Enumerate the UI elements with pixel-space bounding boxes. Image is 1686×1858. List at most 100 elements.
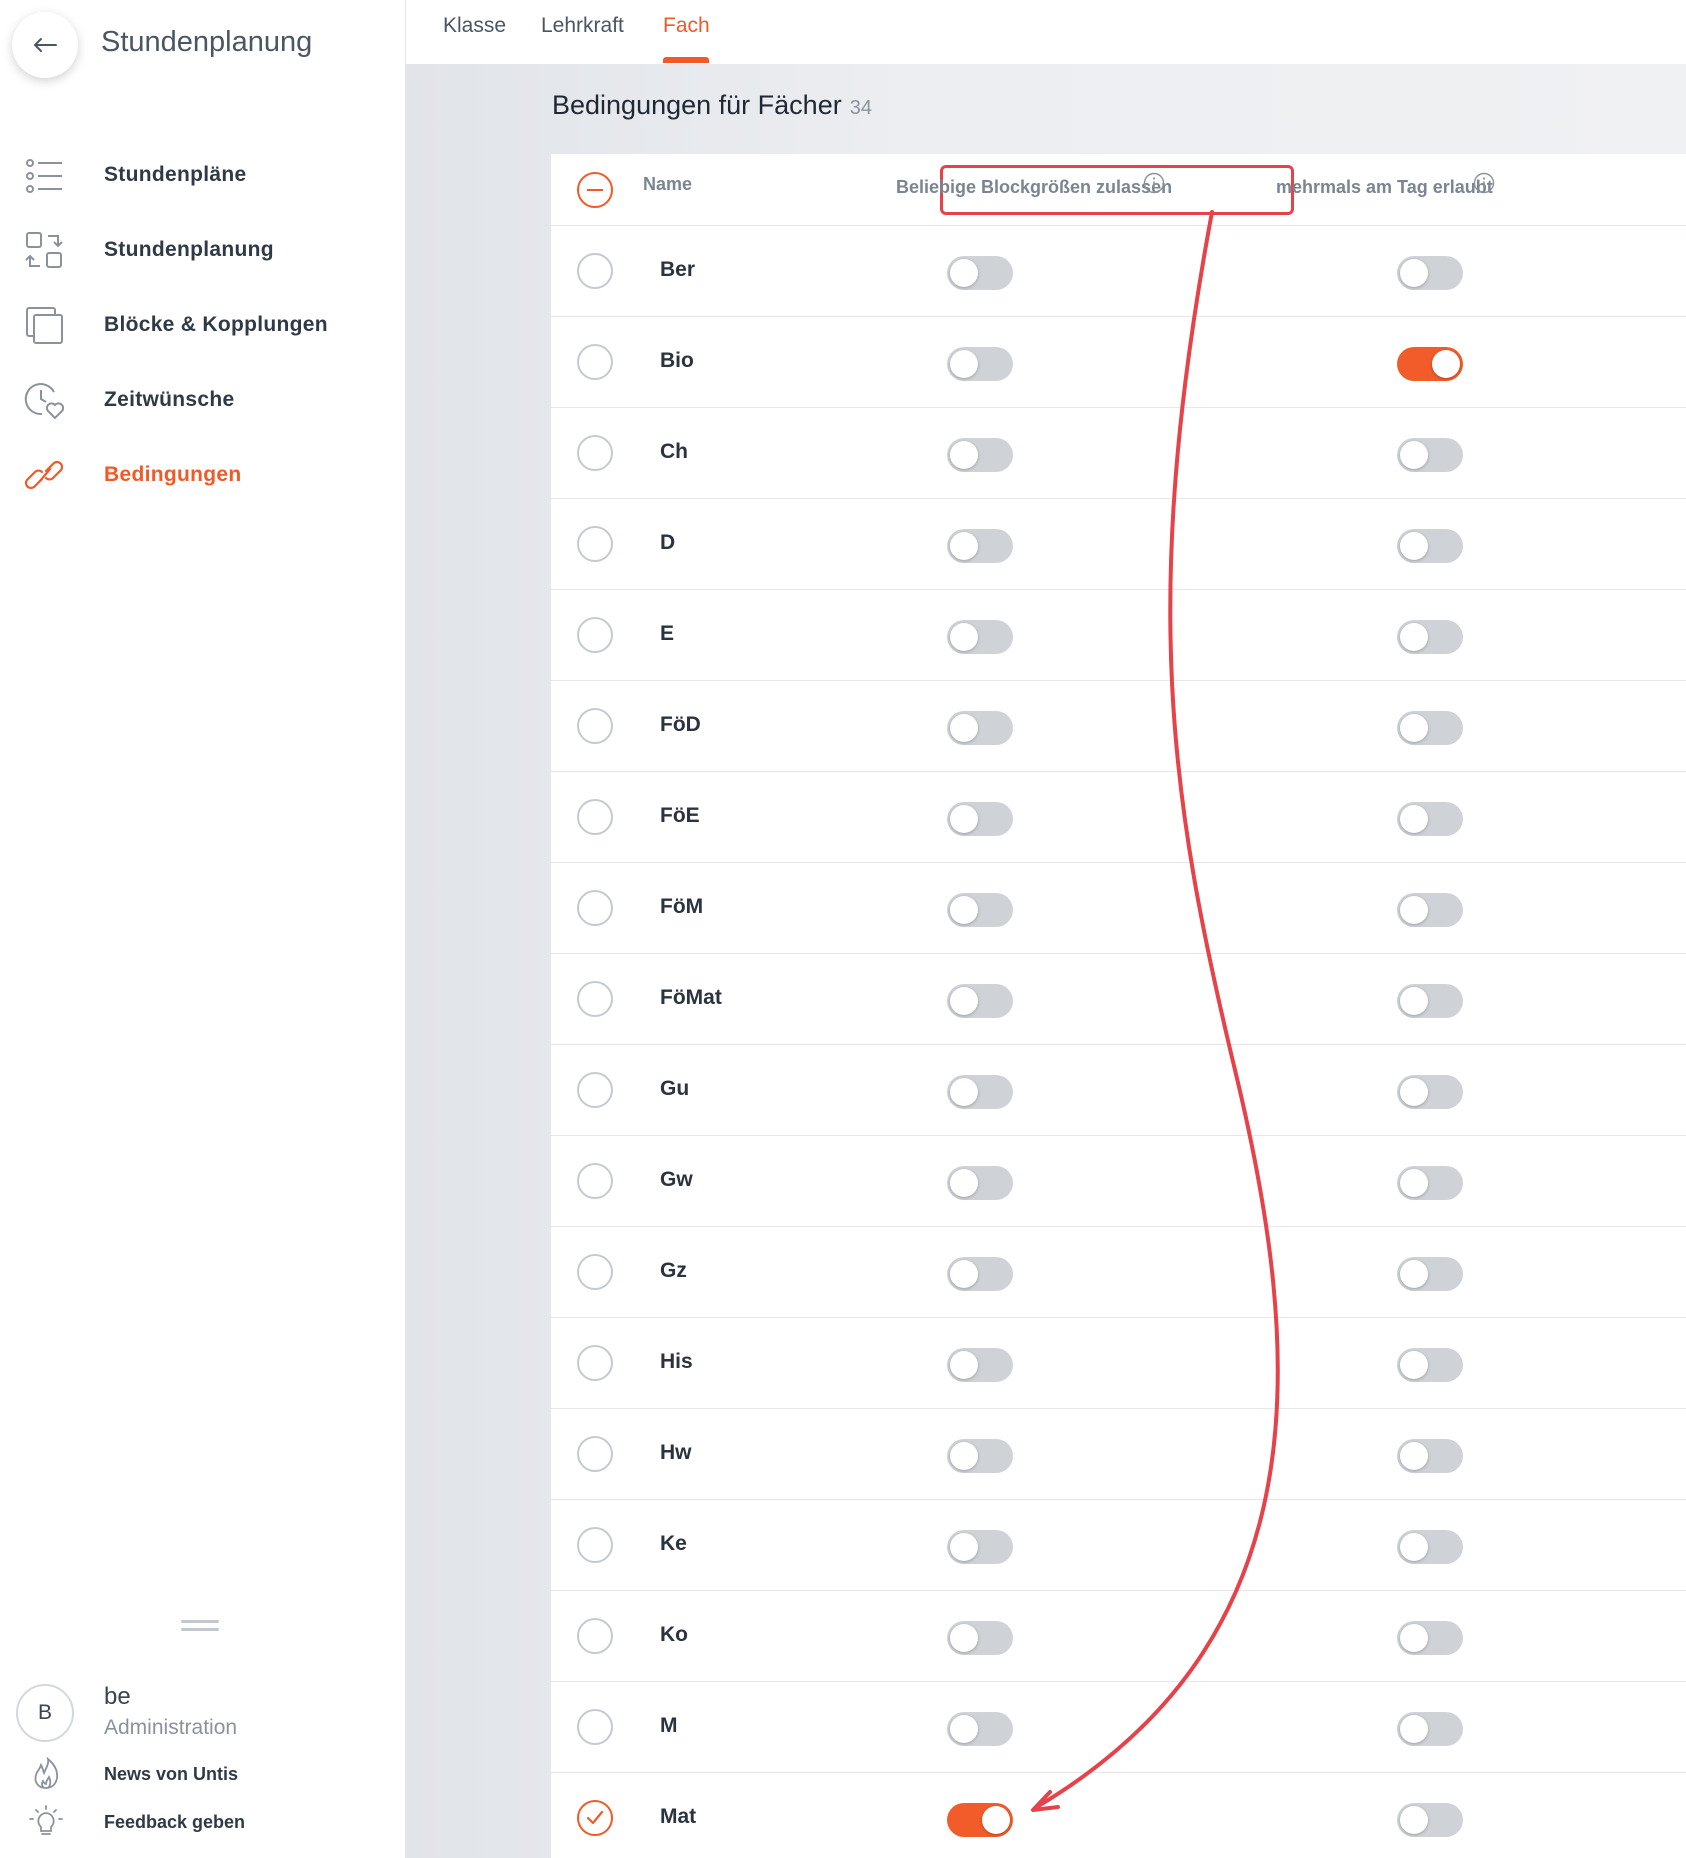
- toggle-knob: [1400, 1806, 1428, 1834]
- toggle-multiple-per-day[interactable]: [1397, 1803, 1463, 1837]
- table-row: FöMat: [551, 954, 1686, 1045]
- sidebar-item-stundenplaene[interactable]: Stundenpläne: [0, 137, 405, 212]
- toggle-knob: [950, 1533, 978, 1561]
- subject-name: Ber: [660, 258, 696, 281]
- toggle-multiple-per-day[interactable]: [1397, 802, 1463, 836]
- row-select-radio[interactable]: [577, 526, 613, 562]
- toggle-knob: [1400, 1715, 1428, 1743]
- toggle-blocksizes[interactable]: [947, 256, 1013, 290]
- toggle-blocksizes[interactable]: [947, 1075, 1013, 1109]
- toggle-multiple-per-day[interactable]: [1397, 1348, 1463, 1382]
- toggle-multiple-per-day[interactable]: [1397, 1621, 1463, 1655]
- table-header: Name Beliebige Blockgrößen zulassen mehr…: [551, 154, 1686, 226]
- tab-fach[interactable]: Fach: [663, 14, 710, 38]
- clock-heart-icon: [24, 383, 65, 420]
- subject-name: Ke: [660, 1532, 687, 1555]
- toggle-blocksizes[interactable]: [947, 438, 1013, 472]
- toggle-blocksizes[interactable]: [947, 1712, 1013, 1746]
- toggle-knob: [950, 987, 978, 1015]
- toggle-blocksizes[interactable]: [947, 711, 1013, 745]
- table-row: Gw: [551, 1136, 1686, 1227]
- toggle-blocksizes[interactable]: [947, 1166, 1013, 1200]
- toggle-knob: [1400, 1351, 1428, 1379]
- feedback-link[interactable]: Feedback geben: [0, 1802, 405, 1842]
- deselect-all-button[interactable]: [577, 172, 613, 208]
- toggle-blocksizes[interactable]: [947, 347, 1013, 381]
- row-select-radio[interactable]: [577, 435, 613, 471]
- news-link[interactable]: News von Untis: [0, 1754, 405, 1794]
- flame-icon: [34, 1757, 59, 1789]
- toggle-multiple-per-day[interactable]: [1397, 347, 1463, 381]
- sidebar-item-bedingungen[interactable]: Bedingungen: [0, 437, 405, 512]
- subject-name: Gw: [660, 1168, 693, 1191]
- row-select-radio[interactable]: [577, 1527, 613, 1563]
- column-header-blocksizes: Beliebige Blockgrößen zulassen: [896, 177, 1173, 197]
- row-select-radio[interactable]: [577, 1345, 613, 1381]
- subject-name: Mat: [660, 1805, 697, 1828]
- active-tab-indicator: [663, 57, 709, 63]
- toggle-multiple-per-day[interactable]: [1397, 529, 1463, 563]
- row-select-radio[interactable]: [577, 981, 613, 1017]
- sidebar: Stundenplanung Stundenpläne Stundenplanu…: [0, 0, 406, 1858]
- avatar[interactable]: B: [16, 1684, 74, 1742]
- back-button[interactable]: [12, 12, 78, 78]
- toggle-blocksizes[interactable]: [947, 1803, 1013, 1837]
- toggle-multiple-per-day[interactable]: [1397, 1712, 1463, 1746]
- toggle-multiple-per-day[interactable]: [1397, 1530, 1463, 1564]
- toggle-blocksizes[interactable]: [947, 1348, 1013, 1382]
- toggle-knob: [1400, 532, 1428, 560]
- info-icon[interactable]: [1473, 172, 1495, 194]
- row-select-radio[interactable]: [577, 1618, 613, 1654]
- toggle-blocksizes[interactable]: [947, 1621, 1013, 1655]
- toggle-knob: [950, 1351, 978, 1379]
- toggle-blocksizes[interactable]: [947, 529, 1013, 563]
- app-title: Stundenplanung: [101, 26, 313, 58]
- row-select-radio[interactable]: [577, 253, 613, 289]
- sidebar-item-stundenplanung[interactable]: Stundenplanung: [0, 212, 405, 287]
- table-row: D: [551, 499, 1686, 590]
- toggle-blocksizes[interactable]: [947, 984, 1013, 1018]
- subject-name: E: [660, 622, 675, 645]
- toggle-multiple-per-day[interactable]: [1397, 1257, 1463, 1291]
- toggle-multiple-per-day[interactable]: [1397, 438, 1463, 472]
- subject-name: FöM: [660, 895, 704, 918]
- column-header-name[interactable]: Name: [643, 174, 692, 195]
- row-select-radio[interactable]: [577, 1163, 613, 1199]
- toggle-blocksizes[interactable]: [947, 620, 1013, 654]
- toggle-blocksizes[interactable]: [947, 802, 1013, 836]
- toggle-multiple-per-day[interactable]: [1397, 984, 1463, 1018]
- toggle-multiple-per-day[interactable]: [1397, 711, 1463, 745]
- tab-klasse[interactable]: Klasse: [443, 14, 506, 38]
- row-select-radio[interactable]: [577, 344, 613, 380]
- row-select-radio[interactable]: [577, 890, 613, 926]
- toggle-blocksizes[interactable]: [947, 1257, 1013, 1291]
- row-select-radio[interactable]: [577, 617, 613, 653]
- sidebar-item-bloecke[interactable]: Blöcke & Kopplungen: [0, 287, 405, 362]
- toggle-knob: [982, 1806, 1010, 1834]
- row-select-radio[interactable]: [577, 1072, 613, 1108]
- info-icon[interactable]: [1143, 172, 1165, 194]
- toggle-multiple-per-day[interactable]: [1397, 1439, 1463, 1473]
- subject-name: Bio: [660, 349, 694, 372]
- toggle-blocksizes[interactable]: [947, 893, 1013, 927]
- toggle-multiple-per-day[interactable]: [1397, 256, 1463, 290]
- toggle-knob: [1400, 896, 1428, 924]
- toggle-blocksizes[interactable]: [947, 1439, 1013, 1473]
- row-select-radio[interactable]: [577, 1709, 613, 1745]
- toggle-blocksizes[interactable]: [947, 1530, 1013, 1564]
- row-select-radio[interactable]: [577, 1254, 613, 1290]
- toggle-multiple-per-day[interactable]: [1397, 893, 1463, 927]
- toggle-multiple-per-day[interactable]: [1397, 620, 1463, 654]
- toggle-knob: [950, 1260, 978, 1288]
- tab-lehrkraft[interactable]: Lehrkraft: [541, 14, 624, 38]
- toggle-multiple-per-day[interactable]: [1397, 1166, 1463, 1200]
- toggle-multiple-per-day[interactable]: [1397, 1075, 1463, 1109]
- row-select-radio[interactable]: [577, 708, 613, 744]
- row-select-radio[interactable]: [577, 1436, 613, 1472]
- row-select-radio[interactable]: [577, 799, 613, 835]
- table-row: E: [551, 590, 1686, 681]
- row-select-radio[interactable]: [577, 1800, 613, 1836]
- sidebar-resize-handle[interactable]: [181, 1620, 219, 1634]
- table-body: Ber Bio Ch D E FöD FöE FöM FöMat Gu Gw Gz His Hw Ke Ko M…: [551, 226, 1686, 1858]
- sidebar-item-zeitwuensche[interactable]: Zeitwünsche: [0, 362, 405, 437]
